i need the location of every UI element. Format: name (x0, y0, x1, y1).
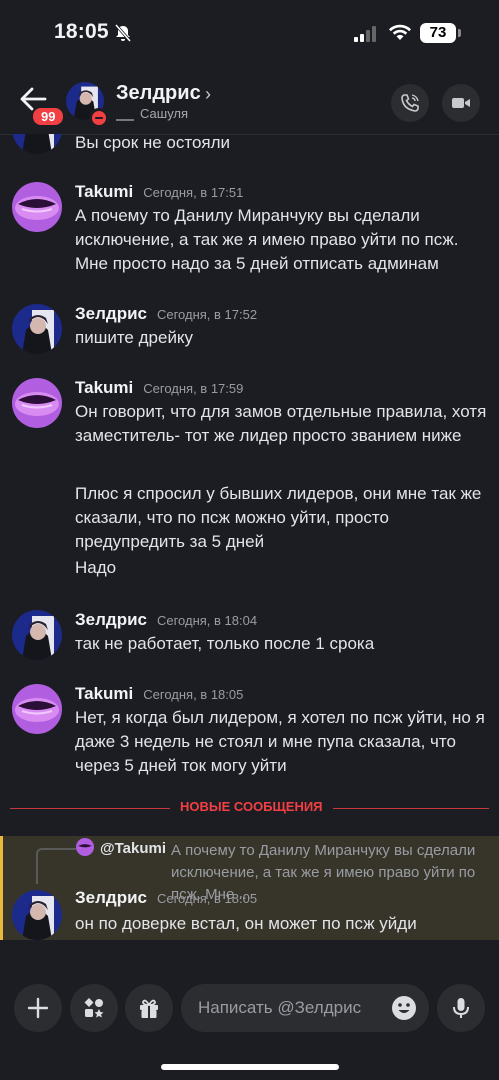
message-input[interactable]: Написать @Зелдрис (181, 984, 429, 1032)
status-bar: 18:05 73 (0, 0, 499, 66)
video-call-button[interactable] (442, 84, 480, 122)
reply-connector (36, 848, 76, 884)
composer: Написать @Зелдрис (0, 980, 499, 1040)
message-time: Сегодня, в 17:59 (143, 381, 244, 396)
signal-icon (354, 26, 376, 42)
message-time: Сегодня, в 17:51 (143, 185, 244, 200)
reply-avatar (76, 838, 94, 856)
status-time: 18:05 (54, 20, 109, 43)
phone-icon (401, 94, 419, 112)
home-indicator (161, 1064, 339, 1070)
gift-icon (140, 999, 158, 1018)
message-author[interactable]: Takumi Сегодня, в 17:51 (75, 182, 243, 202)
message-input-placeholder: Написать @Зелдрис (198, 998, 362, 1017)
message-text: он по доверке встал, он может по псж уйд… (75, 914, 417, 933)
dnd-status-icon (89, 108, 109, 128)
message-author[interactable]: Зелдрис Сегодня, в 17:52 (75, 304, 257, 324)
message-author[interactable]: Takumi Сегодня, в 18:05 (75, 684, 243, 704)
message-time: Сегодня, в 17:52 (156, 307, 258, 322)
message-text: А почему то Данилу Миранчуку вы сделали … (75, 206, 459, 273)
avatar[interactable] (12, 378, 62, 428)
gift-button[interactable] (125, 984, 173, 1032)
mic-icon (453, 998, 469, 1018)
message-text: Плюс я спросил у бывших лидеров, они мне… (75, 484, 482, 551)
message-text: Нет, я когда был лидером, я хотел по псж… (75, 708, 485, 775)
call-button[interactable] (391, 84, 429, 122)
video-icon (452, 98, 470, 108)
new-messages-label: НОВЫЕ СООБЩЕНИЯ (170, 799, 333, 814)
message-time: Сегодня, в 18:04 (156, 613, 258, 628)
apps-button[interactable] (70, 984, 118, 1032)
avatar[interactable] (12, 304, 62, 354)
avatar[interactable] (12, 684, 62, 734)
avatar[interactable] (12, 610, 62, 660)
contact-subtitle: Сашуля (140, 106, 189, 121)
message-time: Сегодня, в 18:05 (156, 891, 258, 906)
message-text: пишите дрейку (75, 328, 194, 347)
activity-icon (116, 113, 134, 121)
message-author[interactable]: Зелдрис Сегодня, в 18:05 (75, 888, 257, 908)
message-author[interactable]: Takumi Сегодня, в 17:59 (75, 378, 243, 398)
reply-author[interactable]: @Takumi (100, 840, 166, 857)
message-text: Надо (75, 558, 117, 577)
avatar[interactable] (12, 890, 62, 940)
message-text: так не работает, только после 1 срока (75, 634, 375, 653)
message-text: Вы срок не остояли (75, 134, 231, 152)
bell-off-icon (114, 24, 132, 42)
wifi-icon (389, 24, 411, 40)
message-author[interactable]: Зелдрис Сегодня, в 18:04 (75, 610, 257, 630)
apps-icon (84, 998, 104, 1018)
message-text: Он говорит, что для замов отдельные прав… (75, 402, 487, 445)
contact-name[interactable]: Зелдрис (116, 82, 201, 105)
voice-message-button[interactable] (437, 984, 485, 1032)
plus-icon (27, 997, 49, 1019)
message-time: Сегодня, в 18:05 (143, 687, 244, 702)
message-list[interactable]: Вы срок не остояли Takumi Сегодня, в 17:5… (0, 134, 499, 974)
avatar[interactable] (12, 134, 62, 154)
unread-badge: 99 (31, 106, 66, 127)
battery-indicator: 73 (420, 23, 456, 43)
battery-tip (458, 29, 461, 37)
add-attachment-button[interactable] (14, 984, 62, 1032)
emoji-icon[interactable] (391, 995, 417, 1021)
chevron-right-icon[interactable]: › (205, 84, 211, 105)
avatar[interactable] (12, 182, 62, 232)
